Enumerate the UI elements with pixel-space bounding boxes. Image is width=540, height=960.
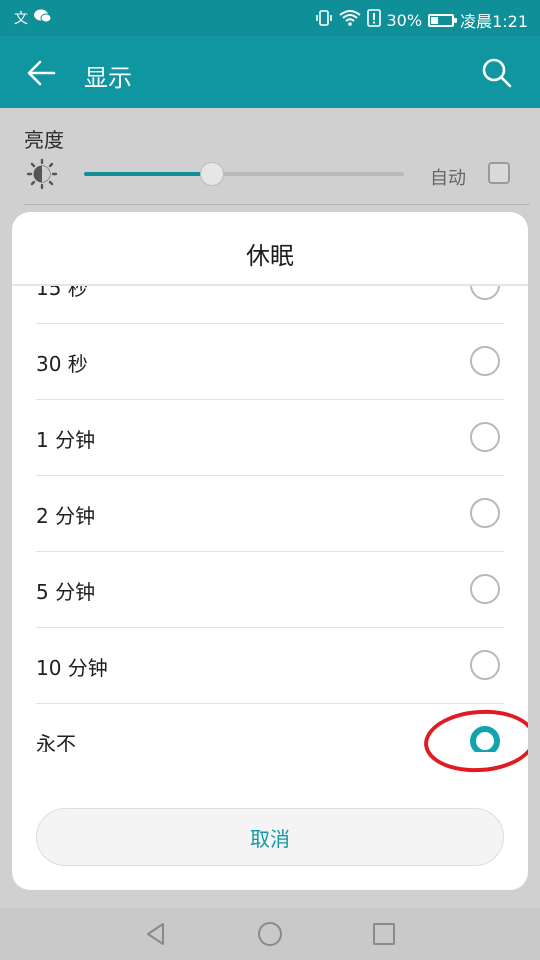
back-triangle-icon[interactable] (142, 920, 170, 948)
radio-unselected-icon[interactable] (470, 346, 500, 376)
status-time: 凌晨1:21 (460, 12, 528, 31)
sleep-option-label: 30 秒 (36, 352, 88, 376)
brightness-slider-thumb[interactable] (200, 162, 224, 186)
wifi-icon (338, 9, 361, 31)
vibrate-icon (315, 9, 333, 31)
dialog-title: 休眠 (246, 242, 294, 270)
screen: 文 30% 凌晨1:21 显示 亮度 自动 休眠 15 秒 30 秒 1 分钟 … (0, 0, 540, 960)
person-icon: 文 (14, 10, 28, 27)
search-icon[interactable] (480, 56, 514, 90)
sleep-option-row[interactable]: 5 分钟 (36, 552, 504, 628)
sleep-dialog: 休眠 15 秒 30 秒 1 分钟 2 分钟 5 分钟 10 分钟永不 取消 (12, 212, 528, 890)
recents-square-icon[interactable] (370, 920, 398, 948)
status-bar: 文 30% 凌晨1:21 (0, 0, 540, 36)
sleep-option-row[interactable]: 30 秒 (36, 324, 504, 400)
radio-unselected-icon[interactable] (470, 422, 500, 452)
sim-alert-icon (366, 9, 381, 31)
navigation-bar (0, 908, 540, 960)
app-bar: 显示 (0, 36, 540, 108)
sleep-option-row[interactable]: 10 分钟 (36, 628, 504, 704)
radio-unselected-icon[interactable] (470, 650, 500, 680)
battery-fill (431, 16, 438, 24)
sleep-option-row[interactable]: 2 分钟 (36, 476, 504, 552)
sleep-option-label: 5 分钟 (36, 580, 96, 604)
sleep-option-row[interactable]: 15 秒 (36, 286, 504, 324)
page-title: 显示 (84, 64, 132, 92)
sleep-option-label: 1 分钟 (36, 428, 96, 452)
sleep-option-row[interactable]: 1 分钟 (36, 400, 504, 476)
auto-brightness-checkbox[interactable] (488, 162, 510, 184)
battery-percent: 30% (386, 10, 423, 30)
battery-icon (428, 13, 458, 27)
brightness-sun-icon (26, 158, 58, 190)
brightness-title: 亮度 (24, 128, 64, 152)
brightness-slider-fill (84, 172, 212, 176)
auto-brightness-label: 自动 (430, 168, 466, 189)
radio-unselected-icon[interactable] (470, 498, 500, 528)
status-left: 文 (14, 8, 52, 29)
radio-unselected-icon[interactable] (470, 574, 500, 604)
divider (24, 204, 530, 205)
sleep-option-label: 永不 (36, 732, 76, 752)
sleep-option-label: 10 分钟 (36, 656, 108, 680)
wechat-icon (34, 8, 52, 29)
back-arrow-icon[interactable] (24, 56, 58, 90)
home-circle-icon[interactable] (256, 920, 284, 948)
sleep-option-label: 15 秒 (36, 286, 88, 300)
status-right: 30% 凌晨1:21 (315, 8, 528, 32)
brightness-slider[interactable] (84, 162, 404, 186)
radio-unselected-icon[interactable] (470, 286, 500, 300)
sleep-options-list[interactable]: 15 秒 30 秒 1 分钟 2 分钟 5 分钟 10 分钟永不 (12, 286, 528, 752)
sleep-option-label: 2 分钟 (36, 504, 96, 528)
cancel-button[interactable]: 取消 (36, 808, 504, 866)
